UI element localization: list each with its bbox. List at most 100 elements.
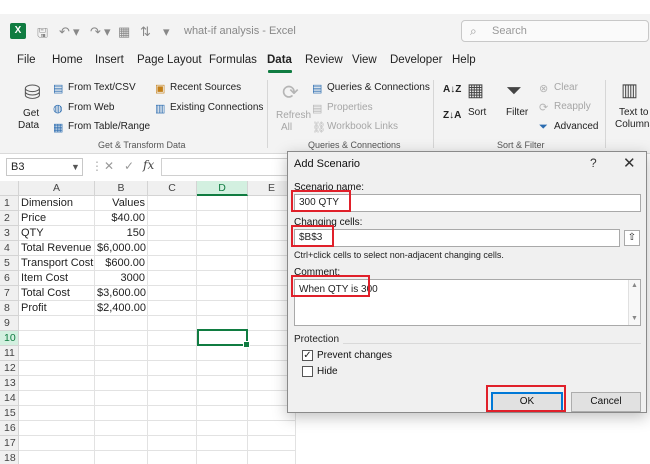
row-header[interactable]: 14 bbox=[0, 391, 19, 406]
table-cell[interactable] bbox=[95, 376, 148, 391]
column-header-d[interactable]: D bbox=[197, 181, 248, 196]
save-icon[interactable]: 🖫 bbox=[37, 24, 48, 46]
collapse-dialog-icon[interactable]: ⇧ bbox=[624, 230, 640, 246]
scroll-down-icon[interactable]: ▼ bbox=[631, 315, 638, 322]
table-cell[interactable]: $600.00 bbox=[95, 256, 148, 271]
table-cell[interactable] bbox=[197, 361, 248, 376]
tab-file[interactable]: File bbox=[17, 54, 36, 66]
table-cell[interactable]: Values bbox=[95, 196, 148, 211]
form-icon[interactable]: ▦ bbox=[118, 24, 130, 40]
table-cell[interactable]: Total Cost bbox=[19, 286, 95, 301]
recent-sources-button[interactable]: Recent Sources bbox=[170, 82, 241, 93]
table-cell[interactable] bbox=[197, 346, 248, 361]
table-cell[interactable] bbox=[95, 451, 148, 464]
table-cell[interactable] bbox=[19, 376, 95, 391]
tab-formulas[interactable]: Formulas bbox=[209, 54, 257, 66]
text-to-columns-label-2[interactable]: Columns bbox=[615, 119, 650, 130]
table-cell[interactable] bbox=[95, 391, 148, 406]
table-cell[interactable]: QTY bbox=[19, 226, 95, 241]
get-data-label-1[interactable]: Get bbox=[23, 108, 39, 119]
tab-data[interactable]: Data bbox=[267, 54, 292, 66]
table-cell[interactable] bbox=[248, 421, 296, 436]
cancel-entry-icon[interactable]: ✕ bbox=[104, 159, 114, 173]
table-cell[interactable] bbox=[19, 421, 95, 436]
table-cell[interactable] bbox=[197, 241, 248, 256]
row-header[interactable]: 9 bbox=[0, 316, 19, 331]
table-cell[interactable]: Item Cost bbox=[19, 271, 95, 286]
table-cell[interactable] bbox=[197, 211, 248, 226]
column-header-b[interactable]: B bbox=[95, 181, 148, 196]
prevent-changes-label[interactable]: Prevent changes bbox=[317, 350, 392, 361]
table-cell[interactable] bbox=[248, 436, 296, 451]
column-header-c[interactable]: C bbox=[148, 181, 197, 196]
table-cell[interactable] bbox=[197, 286, 248, 301]
table-cell[interactable] bbox=[248, 451, 296, 464]
tab-developer[interactable]: Developer bbox=[390, 54, 442, 66]
formula-input[interactable] bbox=[161, 158, 291, 176]
filter-button[interactable]: Filter bbox=[506, 107, 528, 118]
table-cell[interactable] bbox=[197, 256, 248, 271]
customize-toolbar-icon[interactable]: ▾ bbox=[163, 24, 170, 40]
clear-button[interactable]: Clear bbox=[554, 82, 578, 93]
properties-button[interactable]: Properties bbox=[327, 102, 373, 113]
get-data-label-2[interactable]: Data bbox=[18, 120, 39, 131]
table-cell[interactable] bbox=[197, 436, 248, 451]
queries-connections-button[interactable]: Queries & Connections bbox=[327, 82, 430, 93]
redo-dropdown-icon[interactable]: ▾ bbox=[104, 24, 111, 40]
row-header[interactable]: 15 bbox=[0, 406, 19, 421]
active-cell-d10[interactable] bbox=[197, 329, 250, 348]
row-header[interactable]: 3 bbox=[0, 226, 19, 241]
table-cell[interactable] bbox=[148, 361, 197, 376]
redo-icon[interactable]: ↷ bbox=[90, 24, 101, 40]
row-header[interactable]: 1 bbox=[0, 196, 19, 211]
workbook-links-button[interactable]: Workbook Links bbox=[327, 121, 398, 132]
changing-cells-input[interactable]: $B$3 bbox=[294, 229, 620, 247]
name-box[interactable]: B3 ▼ bbox=[6, 158, 83, 176]
table-cell[interactable] bbox=[197, 196, 248, 211]
enter-entry-icon[interactable]: ✓ bbox=[124, 159, 134, 173]
tab-help[interactable]: Help bbox=[452, 54, 476, 66]
hide-checkbox[interactable] bbox=[302, 366, 313, 377]
chevron-down-icon[interactable]: ▼ bbox=[71, 162, 80, 172]
cancel-button[interactable]: Cancel bbox=[571, 392, 641, 412]
refresh-all-label-1[interactable]: Refresh bbox=[276, 110, 311, 121]
from-table-range-button[interactable]: From Table/Range bbox=[68, 121, 150, 132]
row-header[interactable]: 6 bbox=[0, 271, 19, 286]
advanced-button[interactable]: Advanced bbox=[554, 121, 598, 132]
table-cell[interactable]: 3000 bbox=[95, 271, 148, 286]
table-cell[interactable] bbox=[148, 211, 197, 226]
table-cell[interactable] bbox=[19, 316, 95, 331]
table-cell[interactable] bbox=[148, 331, 197, 346]
sort-z-a-icon[interactable]: Z↓A bbox=[443, 110, 461, 121]
table-cell[interactable] bbox=[197, 391, 248, 406]
tab-review[interactable]: Review bbox=[305, 54, 343, 66]
table-cell[interactable]: Dimension bbox=[19, 196, 95, 211]
table-cell[interactable] bbox=[148, 436, 197, 451]
table-cell[interactable]: Transport Cost bbox=[19, 256, 95, 271]
table-cell[interactable] bbox=[95, 346, 148, 361]
table-cell[interactable] bbox=[148, 421, 197, 436]
table-cell[interactable] bbox=[19, 451, 95, 464]
comment-scrollbar[interactable]: ▲ ▼ bbox=[628, 280, 640, 325]
row-header[interactable]: 16 bbox=[0, 421, 19, 436]
table-cell[interactable] bbox=[197, 376, 248, 391]
table-cell[interactable]: Profit bbox=[19, 301, 95, 316]
table-cell[interactable] bbox=[148, 241, 197, 256]
scroll-up-icon[interactable]: ▲ bbox=[631, 282, 638, 289]
table-cell[interactable] bbox=[148, 301, 197, 316]
table-cell[interactable] bbox=[19, 361, 95, 376]
tab-home[interactable]: Home bbox=[52, 54, 83, 66]
table-cell[interactable] bbox=[148, 391, 197, 406]
table-cell[interactable] bbox=[197, 301, 248, 316]
table-cell[interactable] bbox=[95, 331, 148, 346]
table-cell[interactable] bbox=[197, 406, 248, 421]
table-cell[interactable] bbox=[148, 346, 197, 361]
table-cell[interactable] bbox=[148, 286, 197, 301]
from-web-button[interactable]: From Web bbox=[68, 102, 115, 113]
text-to-columns-label-1[interactable]: Text to bbox=[619, 107, 648, 118]
sort-icon[interactable]: ⇅ bbox=[140, 24, 151, 40]
table-cell[interactable] bbox=[148, 256, 197, 271]
reapply-button[interactable]: Reapply bbox=[554, 101, 591, 112]
table-cell[interactable]: Price bbox=[19, 211, 95, 226]
table-cell[interactable] bbox=[95, 436, 148, 451]
